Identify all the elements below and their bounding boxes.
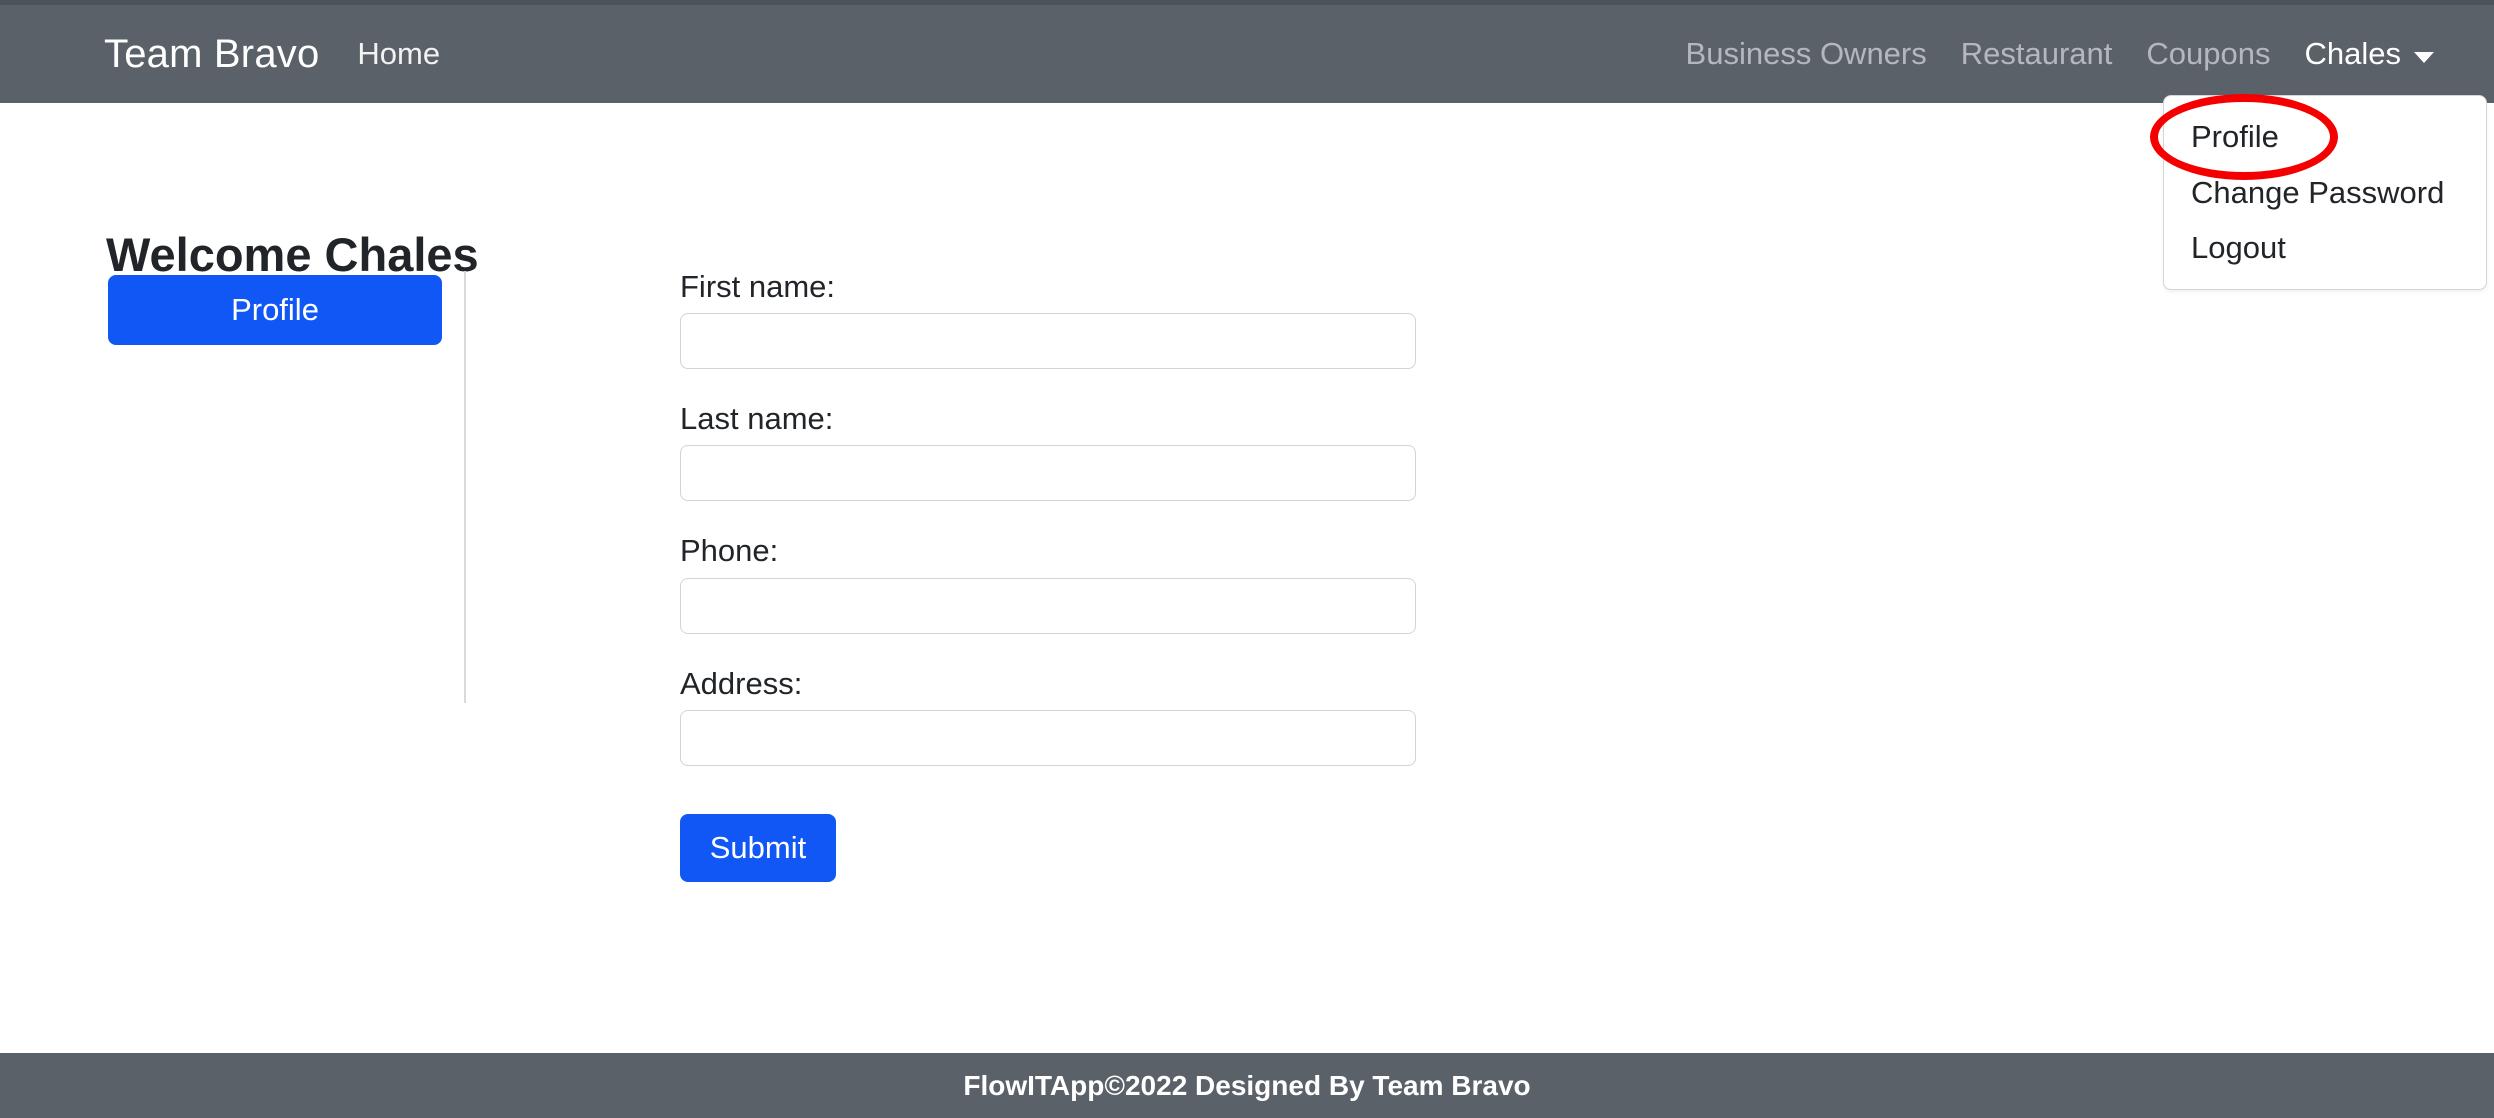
vertical-divider	[464, 271, 466, 703]
footer: FlowITApp©2022 Designed By Team Bravo	[0, 1053, 2494, 1118]
dropdown-item-logout[interactable]: Logout	[2164, 220, 2486, 276]
profile-form: First name: Last name: Phone: Address: S…	[680, 268, 1420, 882]
phone-input[interactable]	[680, 577, 1416, 634]
sidebar-profile-button[interactable]: Profile	[108, 275, 442, 345]
user-menu-label: Chales	[2304, 36, 2402, 71]
nav-link-coupons[interactable]: Coupons	[2146, 36, 2270, 72]
nav-link-restaurant[interactable]: Restaurant	[1961, 36, 2113, 72]
address-input[interactable]	[680, 709, 1416, 766]
user-menu-toggle[interactable]: Chales	[2304, 36, 2434, 72]
brand-logo[interactable]: Team Bravo	[104, 32, 319, 77]
nav-link-business-owners[interactable]: Business Owners	[1686, 36, 1927, 72]
last-name-input[interactable]	[680, 445, 1416, 502]
submit-button[interactable]: Submit	[680, 813, 836, 882]
navbar: Team Bravo Home Business Owners Restaura…	[0, 5, 2494, 103]
dropdown-item-change-password[interactable]: Change Password	[2164, 165, 2486, 221]
main-content: Welcome Chales Profile First name: Last …	[0, 103, 2494, 1053]
nav-link-home[interactable]: Home	[357, 36, 440, 72]
user-dropdown-menu: Profile Change Password Logout	[2163, 95, 2487, 291]
form-field-address: Address:	[680, 665, 1420, 766]
chevron-down-icon	[2414, 51, 2434, 63]
form-field-last-name: Last name:	[680, 400, 1420, 502]
form-field-first-name: First name:	[680, 268, 1420, 370]
form-field-phone: Phone:	[680, 532, 1420, 634]
first-name-input[interactable]	[680, 313, 1416, 370]
footer-text: FlowITApp©2022 Designed By Team Bravo	[963, 1069, 1531, 1101]
label-last-name: Last name:	[680, 401, 834, 437]
label-first-name: First name:	[680, 269, 836, 304]
navbar-left-group: Team Bravo Home	[104, 5, 440, 103]
label-phone: Phone:	[680, 533, 779, 569]
label-address: Address:	[680, 665, 803, 701]
dropdown-item-profile[interactable]: Profile	[2164, 109, 2486, 165]
navbar-right-group: Business Owners Restaurant Coupons Chale…	[1686, 5, 2434, 103]
